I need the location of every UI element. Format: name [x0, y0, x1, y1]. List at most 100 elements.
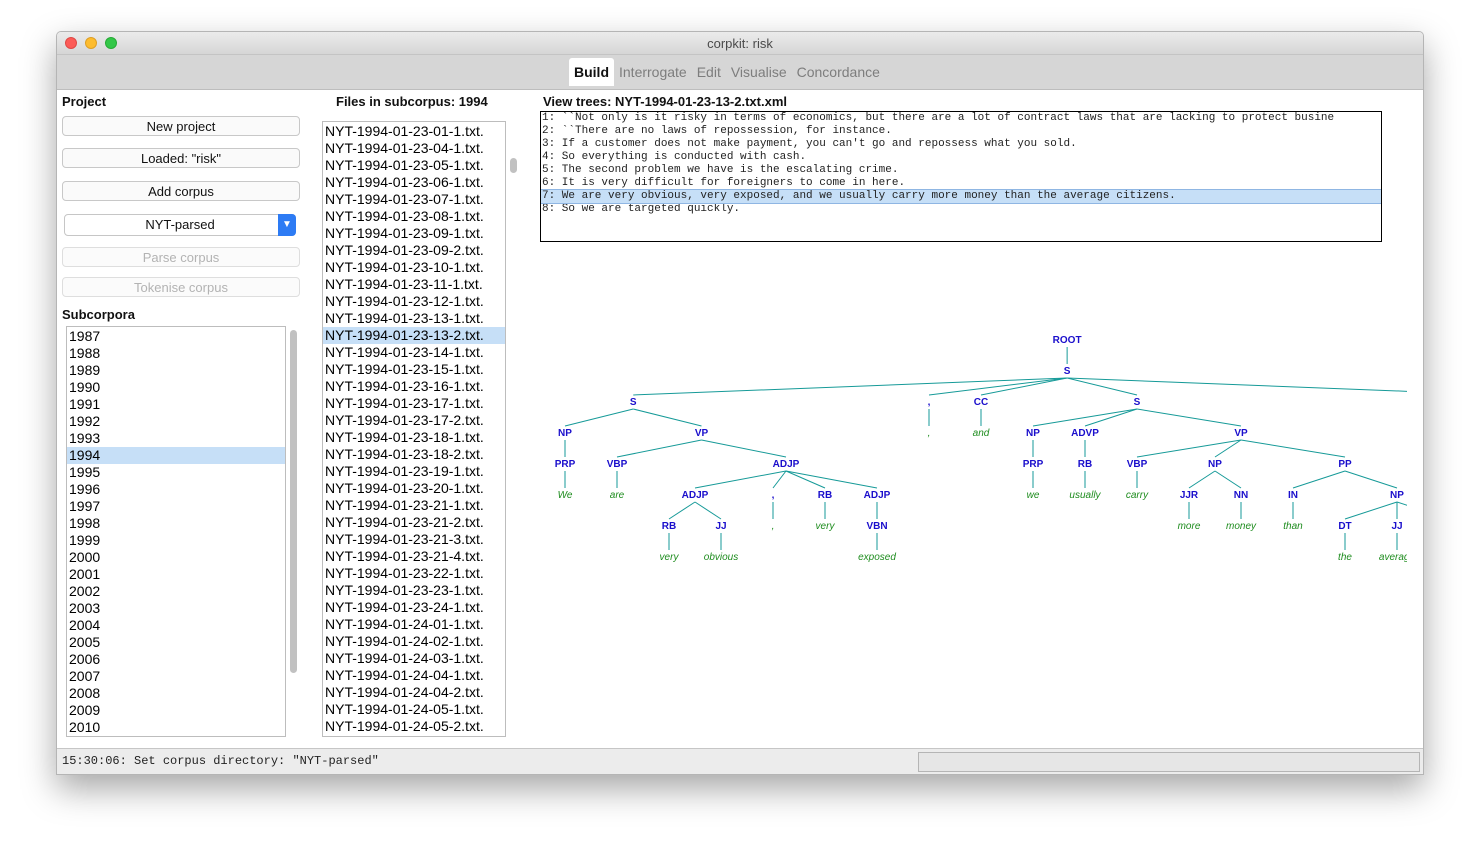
list-item[interactable]: NYT-1994-01-23-10-1.txt.: [323, 259, 505, 276]
tab-edit[interactable]: Edit: [692, 58, 726, 86]
list-item[interactable]: NYT-1994-01-23-12-1.txt.: [323, 293, 505, 310]
loaded-project-button[interactable]: Loaded: "risk": [62, 148, 300, 168]
list-item[interactable]: 1995: [67, 464, 285, 481]
list-item[interactable]: NYT-1994-01-23-19-1.txt.: [323, 463, 505, 480]
list-item[interactable]: 1994: [67, 447, 285, 464]
tree-edge: [1292, 470, 1346, 489]
list-item[interactable]: NYT-1994-01-23-21-2.txt.: [323, 514, 505, 531]
list-item[interactable]: NYT-1994-01-23-21-4.txt.: [323, 548, 505, 565]
sentence-row[interactable]: 5: The second problem we have is the esc…: [541, 164, 1381, 177]
subcorpora-scrollbar[interactable]: [290, 330, 297, 673]
list-item[interactable]: NYT-1994-01-23-13-2.txt.: [323, 327, 505, 344]
list-item[interactable]: NYT-1994-01-23-23-1.txt.: [323, 582, 505, 599]
list-item[interactable]: 1988: [67, 345, 285, 362]
list-item[interactable]: NYT-1994-01-23-17-1.txt.: [323, 395, 505, 412]
list-item[interactable]: 2008: [67, 685, 285, 702]
list-item[interactable]: 1992: [67, 413, 285, 430]
status-message: 15:30:06: Set corpus directory: "NYT-par…: [62, 754, 379, 768]
list-item[interactable]: NYT-1994-01-23-08-1.txt.: [323, 208, 505, 225]
tree-edge: [1136, 439, 1242, 458]
list-item[interactable]: 2002: [67, 583, 285, 600]
list-item[interactable]: NYT-1994-01-23-04-1.txt.: [323, 140, 505, 157]
sentence-list[interactable]: 1: ``Not only is it risky in terms of ec…: [540, 111, 1382, 242]
list-item[interactable]: NYT-1994-01-23-06-1.txt.: [323, 174, 505, 191]
sentence-row[interactable]: 8: So we are targeted quickly.: [541, 203, 1381, 216]
list-item[interactable]: 2007: [67, 668, 285, 685]
add-corpus-button[interactable]: Add corpus: [62, 181, 300, 201]
list-item[interactable]: NYT-1994-01-23-20-1.txt.: [323, 480, 505, 497]
new-project-button[interactable]: New project: [62, 116, 300, 136]
subcorpora-heading: Subcorpora: [62, 307, 135, 322]
tab-build[interactable]: Build: [569, 58, 614, 86]
list-item[interactable]: NYT-1994-01-24-02-1.txt.: [323, 633, 505, 650]
list-item[interactable]: 1993: [67, 430, 285, 447]
list-item[interactable]: 2005: [67, 634, 285, 651]
tree-node: ADJP: [682, 490, 709, 501]
list-item[interactable]: NYT-1994-01-23-22-1.txt.: [323, 565, 505, 582]
sentence-row[interactable]: 4: So everything is conducted with cash.: [541, 151, 1381, 164]
tree-node: PP: [1338, 459, 1352, 470]
list-item[interactable]: NYT-1994-01-23-18-1.txt.: [323, 429, 505, 446]
tree-node: JJ: [1391, 521, 1402, 532]
list-item[interactable]: NYT-1994-01-23-21-3.txt.: [323, 531, 505, 548]
list-item[interactable]: NYT-1994-01-23-09-1.txt.: [323, 225, 505, 242]
list-item[interactable]: 2010: [67, 719, 285, 736]
list-item[interactable]: NYT-1994-01-23-05-1.txt.: [323, 157, 505, 174]
list-item[interactable]: NYT-1994-01-23-13-1.txt.: [323, 310, 505, 327]
list-item[interactable]: NYT-1994-01-23-09-2.txt.: [323, 242, 505, 259]
list-item[interactable]: NYT-1994-01-23-15-1.txt.: [323, 361, 505, 378]
sentence-row[interactable]: 3: If a customer does not make payment, …: [541, 138, 1381, 151]
list-item[interactable]: 2004: [67, 617, 285, 634]
tree-node: PRP: [1023, 459, 1044, 470]
list-item[interactable]: 2003: [67, 600, 285, 617]
list-item[interactable]: NYT-1994-01-24-05-1.txt.: [323, 701, 505, 718]
list-item[interactable]: 1990: [67, 379, 285, 396]
parse-corpus-button[interactable]: Parse corpus: [62, 247, 300, 267]
list-item[interactable]: NYT-1994-01-23-24-1.txt.: [323, 599, 505, 616]
list-item[interactable]: NYT-1994-01-23-17-2.txt.: [323, 412, 505, 429]
list-item[interactable]: 2006: [67, 651, 285, 668]
list-item[interactable]: NYT-1994-01-24-04-1.txt.: [323, 667, 505, 684]
list-item[interactable]: 2001: [67, 566, 285, 583]
tree-leaf: We: [558, 490, 573, 501]
list-item[interactable]: NYT-1994-01-23-11-1.txt.: [323, 276, 505, 293]
list-item[interactable]: NYT-1994-01-24-01-1.txt.: [323, 616, 505, 633]
tree-leaf: and: [973, 428, 990, 439]
list-item[interactable]: NYT-1994-01-24-03-1.txt.: [323, 650, 505, 667]
files-list[interactable]: NYT-1994-01-23-01-1.txt. NYT-1994-01-23-0…: [322, 121, 506, 737]
list-item[interactable]: NYT-1994-01-24-04-2.txt.: [323, 684, 505, 701]
sentence-row[interactable]: 2: ``There are no laws of repossession, …: [541, 125, 1381, 138]
tab-visualise[interactable]: Visualise: [726, 58, 792, 86]
list-item[interactable]: 1997: [67, 498, 285, 515]
tree-node: JJ: [715, 521, 726, 532]
sentence-row[interactable]: 7: We are very obvious, very exposed, an…: [541, 189, 1381, 204]
tree-edge: [1344, 501, 1398, 520]
subcorpora-list[interactable]: 1987 1988 1989 1990 1991 1992 1993 1994 1995 1996…: [66, 326, 286, 737]
list-item[interactable]: NYT-1994-01-23-18-2.txt.: [323, 446, 505, 463]
corpus-select[interactable]: NYT-parsed ▼: [64, 214, 296, 236]
sentence-row[interactable]: 1: ``Not only is it risky in terms of ec…: [541, 112, 1381, 125]
tokenise-corpus-button[interactable]: Tokenise corpus: [62, 277, 300, 297]
list-item[interactable]: 2000: [67, 549, 285, 566]
tab-concordance[interactable]: Concordance: [792, 58, 885, 86]
list-item[interactable]: 1987: [67, 328, 285, 345]
list-item[interactable]: NYT-1994-01-23-21-1.txt.: [323, 497, 505, 514]
tree-edge: [668, 501, 696, 520]
list-item[interactable]: NYT-1994-01-23-07-1.txt.: [323, 191, 505, 208]
list-item[interactable]: NYT-1994-01-23-16-1.txt.: [323, 378, 505, 395]
list-item[interactable]: 2009: [67, 702, 285, 719]
list-item[interactable]: 1998: [67, 515, 285, 532]
sentence-row[interactable]: 6: It is very difficult for foreigners t…: [541, 177, 1381, 190]
tree-leaf: we: [1027, 490, 1040, 501]
list-item[interactable]: NYT-1994-01-23-14-1.txt.: [323, 344, 505, 361]
list-item[interactable]: 1999: [67, 532, 285, 549]
list-item[interactable]: 1991: [67, 396, 285, 413]
tree-node: S: [1064, 366, 1071, 377]
list-item[interactable]: NYT-1994-01-23-01-1.txt.: [323, 123, 505, 140]
tab-interrogate[interactable]: Interrogate: [614, 58, 692, 86]
list-item[interactable]: 1989: [67, 362, 285, 379]
list-item[interactable]: 1996: [67, 481, 285, 498]
files-scrollbar[interactable]: [510, 158, 517, 173]
list-item[interactable]: NYT-1994-01-24-05-2.txt.: [323, 718, 505, 735]
parse-tree-diagram: We PRP NP are VBP very RB obvious JJ ADJP,, very RB…: [555, 335, 1407, 563]
